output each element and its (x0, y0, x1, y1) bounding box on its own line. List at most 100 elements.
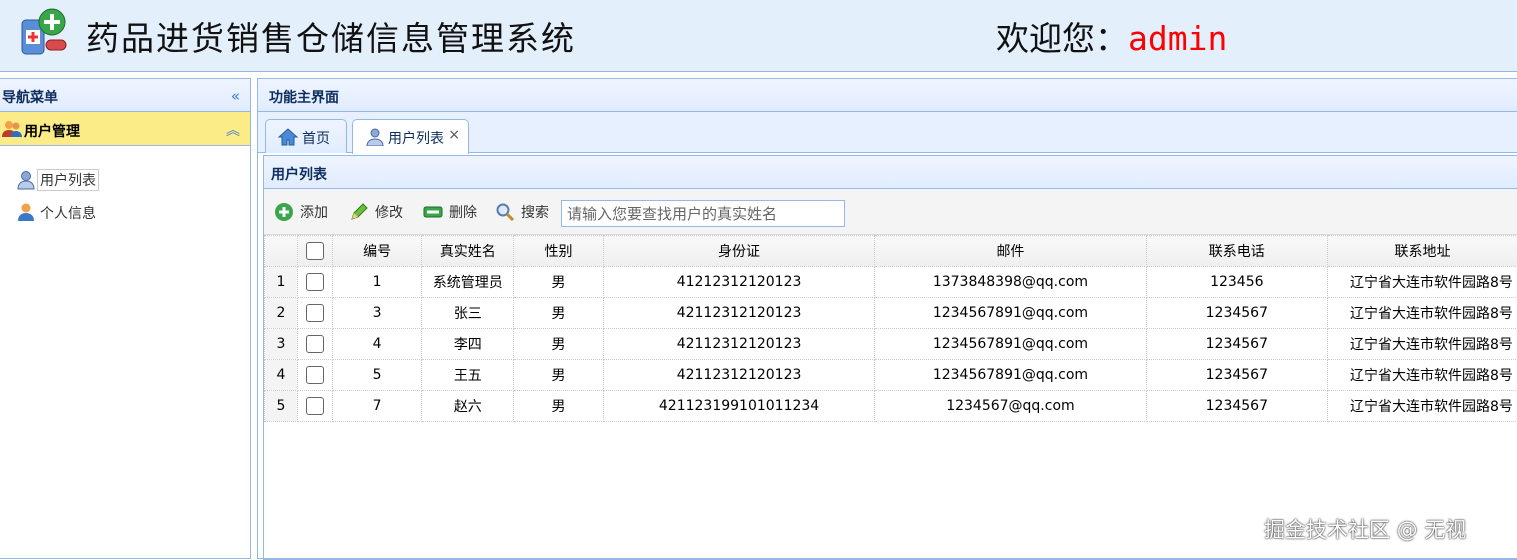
rownum-header (265, 236, 298, 267)
cell-address: 辽宁省大连市软件园路8号 (1327, 360, 1517, 391)
add-label: 添加 (300, 202, 328, 222)
cell-name: 王五 (422, 360, 514, 391)
welcome-label: 欢迎您： (996, 19, 1128, 58)
cell-phone: 1234567 (1146, 360, 1327, 391)
search-icon (495, 202, 515, 222)
cell-email: 1234567891@qq.com (875, 298, 1146, 329)
cell-id: 3 (332, 298, 422, 329)
cell-address: 辽宁省大连市软件园路8号 (1327, 391, 1517, 422)
column-header[interactable]: 编号 (332, 236, 422, 267)
cell-gender: 男 (514, 267, 604, 298)
username: admin (1128, 19, 1227, 58)
nav-item-personal-info[interactable]: 个人信息 (0, 196, 250, 228)
column-header[interactable]: 联系电话 (1146, 236, 1327, 267)
row-checkbox[interactable] (306, 335, 324, 353)
system-title: 药品进货销售仓储信息管理系统 (86, 12, 576, 60)
accordion-user-management[interactable]: 用户管理 ︽ (0, 112, 250, 146)
table-row[interactable]: 3 4 李四 男 42112312120123 1234567891@qq.co… (265, 329, 1517, 360)
nav-panel-header: 导航菜单 « (0, 79, 250, 112)
main-panel-header: 功能主界面 (258, 79, 1517, 112)
pharmacy-logo-icon (18, 6, 70, 60)
cell-name: 李四 (422, 329, 514, 360)
search-button[interactable]: 搜索 (495, 201, 557, 223)
tab-home[interactable]: 首页 (265, 119, 347, 153)
search-label: 搜索 (521, 202, 549, 222)
cell-address: 辽宁省大连市软件园路8号 (1327, 267, 1517, 298)
table-row[interactable]: 2 3 张三 男 42112312120123 1234567891@qq.co… (265, 298, 1517, 329)
cell-name: 系统管理员 (422, 267, 514, 298)
toolbar: 添加 修改 删除 搜索 (264, 189, 1517, 235)
nav-tree: 用户列表 个人信息 (0, 146, 250, 228)
cell-address: 辽宁省大连市软件园路8号 (1327, 329, 1517, 360)
cell-address: 辽宁省大连市软件园路8号 (1327, 298, 1517, 329)
row-checkbox[interactable] (306, 304, 324, 322)
row-number: 4 (265, 360, 298, 391)
add-button[interactable]: 添加 (274, 201, 334, 223)
cell-email: 1373848398@qq.com (875, 267, 1146, 298)
user-list-panel-header: 用户列表 (264, 156, 1517, 189)
user-table: 编号 真实姓名 性别 身份证 邮件 联系电话 联系地址 1 1 系统管理员 男 … (264, 235, 1517, 422)
user-list-panel-title: 用户列表 (271, 164, 327, 184)
cell-gender: 男 (514, 298, 604, 329)
plus-icon (274, 202, 294, 222)
row-checkbox[interactable] (306, 366, 324, 384)
collapse-left-icon[interactable]: « (231, 87, 240, 105)
chevron-up-icon[interactable]: ︽ (226, 120, 240, 140)
table-row[interactable]: 4 5 王五 男 42112312120123 1234567891@qq.co… (265, 360, 1517, 391)
cell-phone: 1234567 (1146, 391, 1327, 422)
cell-idcard: 42112312120123 (603, 329, 874, 360)
table-header-row: 编号 真实姓名 性别 身份证 邮件 联系电话 联系地址 (265, 236, 1517, 267)
cell-id: 5 (332, 360, 422, 391)
column-header[interactable]: 邮件 (875, 236, 1146, 267)
cell-id: 7 (332, 391, 422, 422)
column-header[interactable]: 性别 (514, 236, 604, 267)
accordion-title: 用户管理 (24, 121, 80, 141)
nav-panel: 导航菜单 « 用户管理 ︽ 用户列表 个人信息 (0, 78, 251, 559)
table-row[interactable]: 1 1 系统管理员 男 41212312120123 1373848398@qq… (265, 267, 1517, 298)
app-header: 药品进货销售仓储信息管理系统 欢迎您：admin (0, 0, 1517, 72)
row-select-cell (297, 267, 332, 298)
main-panel-title: 功能主界面 (269, 87, 339, 107)
select-all-checkbox[interactable] (306, 242, 324, 260)
row-select-cell (297, 360, 332, 391)
cell-idcard: 41212312120123 (603, 267, 874, 298)
column-header[interactable]: 真实姓名 (422, 236, 514, 267)
row-number: 1 (265, 267, 298, 298)
pencil-icon (349, 202, 369, 222)
column-header[interactable]: 联系地址 (1327, 236, 1517, 267)
table-row[interactable]: 5 7 赵六 男 421123199101011234 1234567@qq.c… (265, 391, 1517, 422)
nav-item-user-list[interactable]: 用户列表 (0, 164, 250, 196)
edit-label: 修改 (375, 202, 403, 222)
row-select-cell (297, 391, 332, 422)
tab-label: 首页 (302, 128, 330, 148)
row-number: 3 (265, 329, 298, 360)
watermark: 掘金技术社区 @ 无视 (1264, 514, 1466, 544)
column-header[interactable]: 身份证 (603, 236, 874, 267)
cell-gender: 男 (514, 360, 604, 391)
edit-button[interactable]: 修改 (349, 201, 409, 223)
cell-phone: 1234567 (1146, 329, 1327, 360)
row-number: 2 (265, 298, 298, 329)
welcome-text: 欢迎您：admin (996, 12, 1227, 60)
user-list-icon (365, 128, 385, 146)
user-list-icon (16, 170, 36, 190)
cell-id: 4 (332, 329, 422, 360)
users-group-icon (2, 120, 22, 138)
row-checkbox[interactable] (306, 397, 324, 415)
delete-button[interactable]: 删除 (423, 201, 483, 223)
cell-gender: 男 (514, 391, 604, 422)
cell-email: 1234567891@qq.com (875, 360, 1146, 391)
home-icon (278, 128, 298, 146)
cell-idcard: 421123199101011234 (603, 391, 874, 422)
cell-name: 张三 (422, 298, 514, 329)
search-input[interactable] (561, 200, 845, 227)
tab-user-list[interactable]: 用户列表 × (352, 119, 469, 154)
row-checkbox[interactable] (306, 273, 324, 291)
cell-name: 赵六 (422, 391, 514, 422)
row-number: 5 (265, 391, 298, 422)
cell-idcard: 42112312120123 (603, 360, 874, 391)
cell-id: 1 (332, 267, 422, 298)
close-icon[interactable]: × (448, 127, 460, 143)
cell-email: 1234567891@qq.com (875, 329, 1146, 360)
user-list-panel: 用户列表 添加 修改 删除 (263, 155, 1517, 560)
